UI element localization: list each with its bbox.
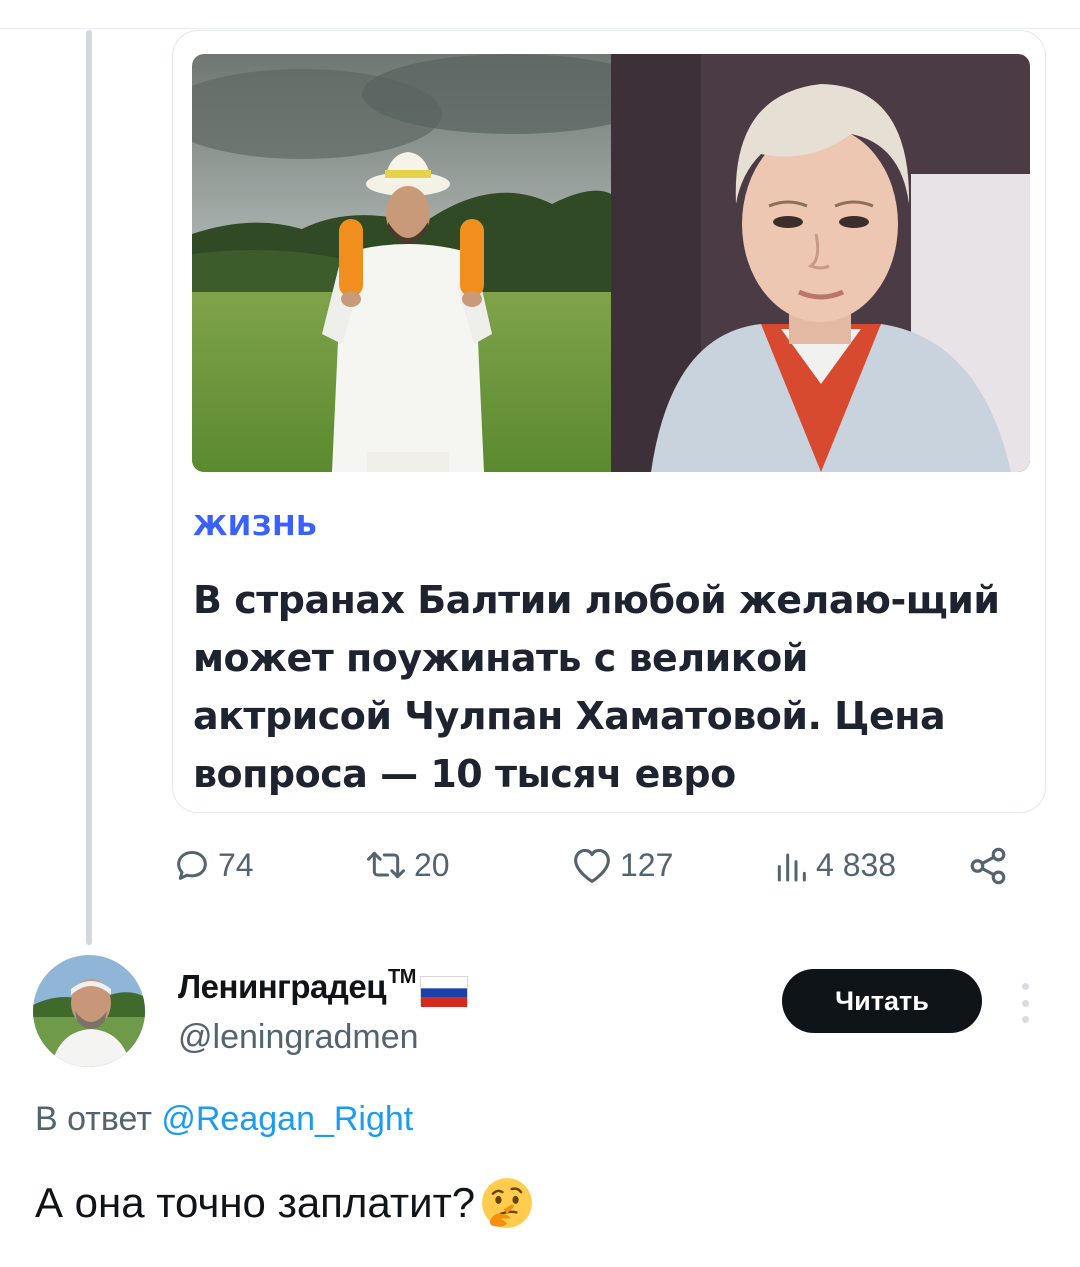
reply-context: В ответ @Reagan_Right — [35, 1100, 413, 1139]
article-media[interactable] — [192, 54, 1030, 472]
man-with-zucchini-photo[interactable] — [192, 54, 611, 472]
author-name-text: Ленинградец — [178, 968, 387, 1005]
views-count: 4 838 — [816, 846, 897, 883]
follow-button[interactable]: Читать — [782, 969, 982, 1033]
article-category: ЖИЗНЬ — [193, 509, 318, 542]
reply-prefix: В ответ — [35, 1100, 152, 1138]
retweet-icon — [367, 851, 405, 879]
heart-icon — [574, 848, 610, 883]
author-handle[interactable]: @leningradmen — [178, 1018, 419, 1057]
retweet-button[interactable]: 20 — [364, 845, 450, 885]
retweet-count: 20 — [414, 846, 450, 883]
views-button[interactable]: 4 838 — [772, 845, 896, 885]
avatar[interactable] — [33, 955, 145, 1067]
trademark-symbol: TM — [388, 966, 416, 988]
thinking-face-emoji-icon — [479, 1175, 535, 1231]
tweet-text-content: А она точно заплатит? — [35, 1179, 476, 1226]
share-button[interactable] — [967, 845, 1009, 887]
tweet-text: А она точно заплатит? — [35, 1175, 535, 1231]
views-chart-icon — [777, 853, 806, 882]
embedded-article-card[interactable]: ЖИЗНЬ В странах Балтии любой желаю-щий м… — [172, 30, 1046, 813]
more-dot — [1021, 983, 1029, 990]
reply-button[interactable]: 74 — [172, 845, 254, 885]
author-display-name[interactable]: Ленинградец TM — [178, 966, 468, 1007]
more-dot — [1021, 1016, 1029, 1023]
more-options-button[interactable] — [1015, 983, 1035, 1023]
article-headline[interactable]: В странах Балтии любой желаю-щий может п… — [193, 571, 1013, 803]
reply-count: 74 — [218, 846, 254, 883]
tweet-action-bar: 74 20 127 4 838 — [172, 845, 1022, 895]
reply-mention-link[interactable]: @Reagan_Right — [161, 1100, 413, 1138]
more-dot — [1021, 999, 1029, 1007]
russian-flag-icon — [419, 976, 468, 1007]
woman-portrait-photo[interactable] — [611, 54, 1030, 472]
like-button[interactable]: 127 — [570, 845, 673, 885]
reply-icon — [177, 851, 207, 880]
thread-connector-line — [86, 30, 92, 945]
like-count: 127 — [620, 846, 674, 883]
top-divider — [0, 28, 1080, 29]
share-icon — [970, 847, 1006, 885]
